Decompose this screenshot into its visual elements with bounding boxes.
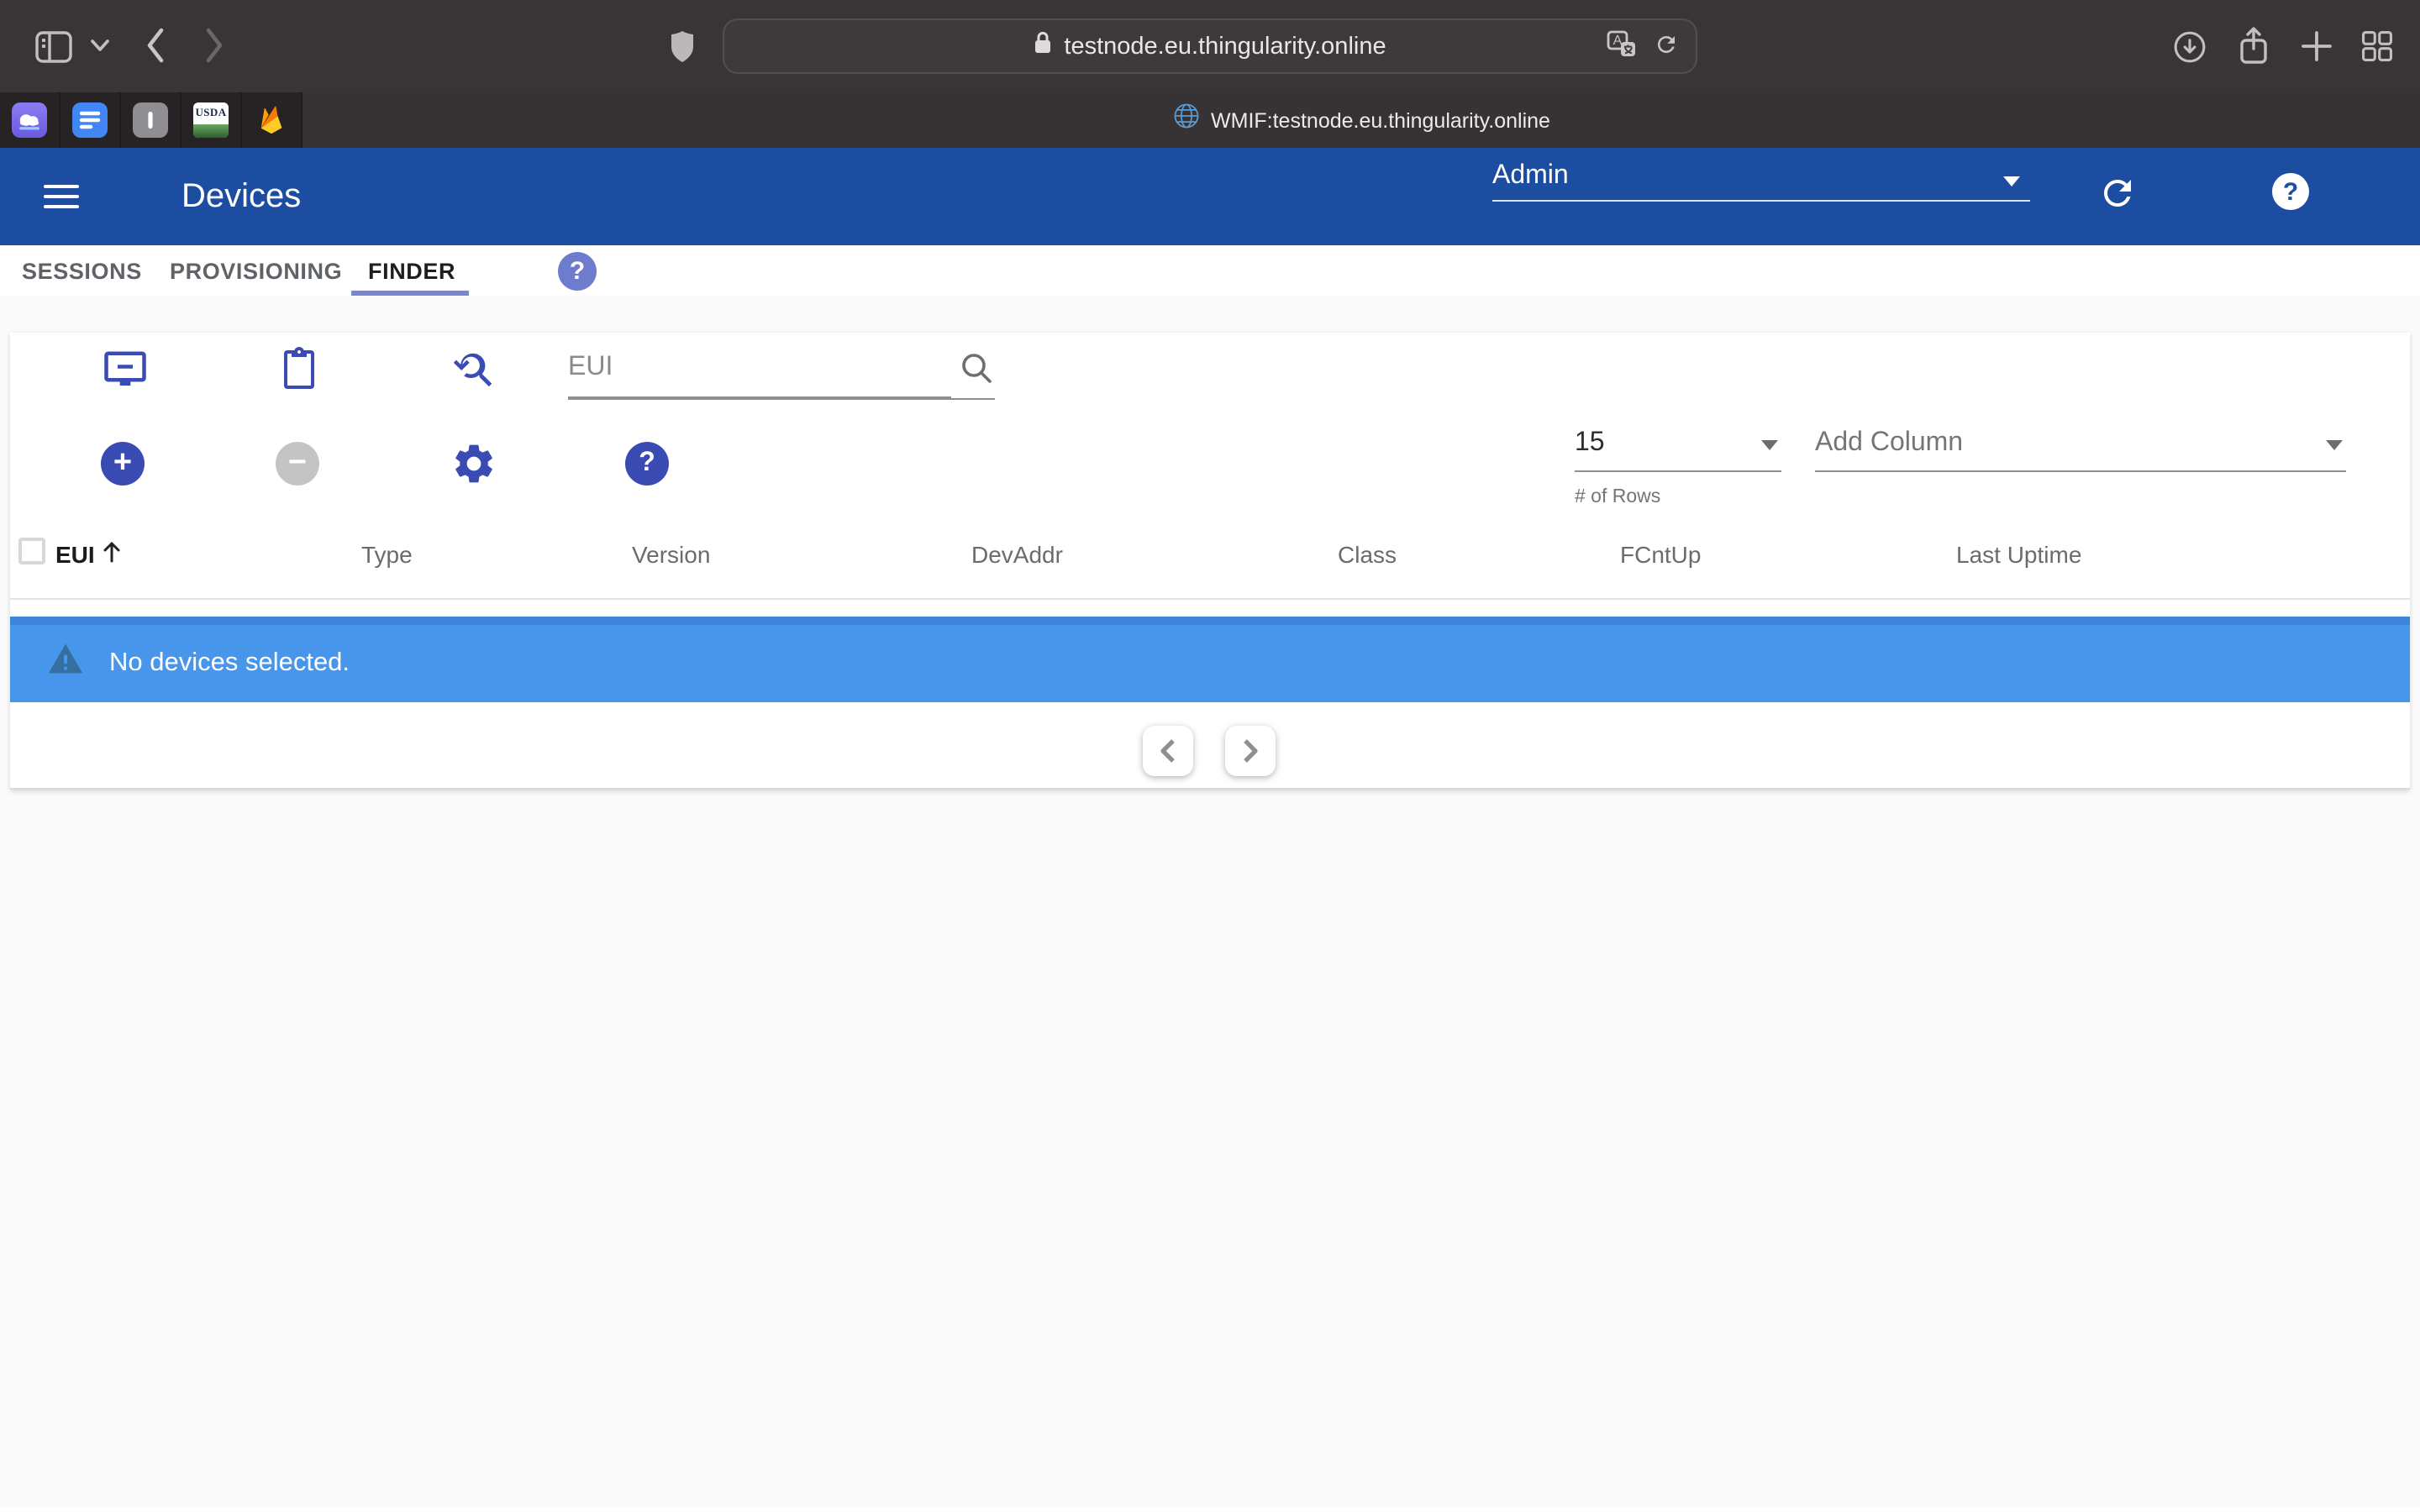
rows-per-page-label: # of Rows [1575,487,1660,507]
no-devices-banner: No devices selected. [10,617,2410,702]
share-icon[interactable] [2232,22,2274,69]
screen: testnode.eu.thingularity.online A [0,0,2420,1512]
page-tabs: SESSIONS PROVISIONING FINDER ? [0,245,2420,296]
column-header-version[interactable]: Version [632,531,710,578]
address-bar[interactable]: testnode.eu.thingularity.online A [723,18,1697,74]
pinned-tab-info[interactable] [121,92,182,148]
add-device-button[interactable]: + [101,442,145,486]
finder-panel: + − ? 15 # of Rows Add Column EUI [10,333,2410,790]
back-button[interactable] [139,24,170,67]
globe-icon [1172,102,1199,138]
table-header-row: EUI Type Version DevAddr Class FCntUp La… [10,531,2410,578]
banner-top-strip [10,617,2410,625]
eui-search-field [568,346,995,398]
usda-app-icon: USDA [193,102,229,138]
select-all-checkbox[interactable] [18,538,45,564]
table-divider [10,598,2410,600]
usda-logo-text: USDA [193,102,229,119]
account-select[interactable]: Admin [1492,161,2030,202]
chevron-down-icon [1761,440,1778,450]
device-screen-button[interactable] [101,348,148,391]
clipboard-button[interactable] [277,343,321,393]
browser-toolbar: testnode.eu.thingularity.online A [0,0,2420,92]
add-column-placeholder: Add Column [1815,428,2346,472]
active-tab-indicator [351,291,469,296]
page-title: Devices [182,148,301,245]
settings-button[interactable] [450,440,497,487]
active-tab-title: WMIF:testnode.eu.thingularity.online [1211,108,1550,132]
tab-finder[interactable]: FINDER [368,245,455,296]
rows-per-page-value: 15 [1575,428,1781,472]
reload-icon[interactable] [1654,31,1679,65]
eui-search-input[interactable] [568,346,951,398]
column-header-devaddr[interactable]: DevAddr [971,531,1063,578]
column-header-lastuptime[interactable]: Last Uptime [1956,531,2081,578]
search-history-button[interactable] [450,346,497,393]
tab-strip: USDA WMIF:testnode.eu.thingularity.onlin… [0,92,2420,148]
sidebar-chevron-down-icon[interactable] [87,34,111,57]
web-app: Devices Admin ? SESSIONS PROVISIONING FI… [0,148,2420,1512]
active-tab[interactable]: WMIF:testnode.eu.thingularity.online [302,92,2420,148]
app-header: Devices Admin ? [0,148,2420,245]
add-column-select[interactable]: Add Column [1815,428,2346,472]
pinned-tab-usda[interactable]: USDA [182,92,242,148]
privacy-shield-icon[interactable] [666,25,699,69]
refresh-button[interactable] [2096,171,2138,215]
translate-icon[interactable]: A [1607,30,1637,66]
previous-page-button[interactable] [1143,726,1193,776]
cloud-app-icon [12,102,47,138]
tab-provisioning[interactable]: PROVISIONING [170,245,342,296]
menu-icon[interactable] [44,176,79,217]
account-select-value: Admin [1492,161,1569,190]
eui-field-underline [568,398,995,400]
banner-message: No devices selected. [109,617,350,702]
docs-app-icon [72,102,108,138]
pinned-tab-firebase[interactable] [242,92,302,148]
pinned-tab-cloud[interactable] [0,92,60,148]
downloads-icon[interactable] [2168,25,2210,67]
sidebar-toggle-icon[interactable] [30,25,81,69]
search-icon[interactable] [958,349,995,395]
chevron-down-icon [2326,440,2343,450]
tab-overview-icon[interactable] [2356,25,2398,67]
url-text: testnode.eu.thingularity.online [1064,33,1386,60]
help-button[interactable]: ? [2272,173,2309,210]
tab-sessions[interactable]: SESSIONS [22,245,142,296]
chevron-down-icon [2003,176,2020,186]
tabs-help-button[interactable]: ? [558,252,597,291]
column-header-fcntup[interactable]: FCntUp [1620,531,1701,578]
column-header-eui[interactable]: EUI [55,531,124,578]
column-header-class[interactable]: Class [1338,531,1397,578]
rows-per-page-select[interactable]: 15 [1575,428,1781,472]
remove-device-button[interactable]: − [276,442,319,486]
window-bottom-edge [0,1507,2420,1512]
forward-button[interactable] [198,24,229,67]
pinned-tab-docs[interactable] [60,92,121,148]
warning-icon [47,642,84,684]
next-page-button[interactable] [1225,726,1276,776]
column-header-type[interactable]: Type [361,531,413,578]
firebase-app-icon [254,102,289,138]
info-app-icon [133,102,168,138]
new-tab-icon[interactable] [2296,25,2336,67]
sort-ascending-icon [102,539,124,570]
finder-help-button[interactable]: ? [625,442,669,486]
lock-icon [1034,30,1052,62]
